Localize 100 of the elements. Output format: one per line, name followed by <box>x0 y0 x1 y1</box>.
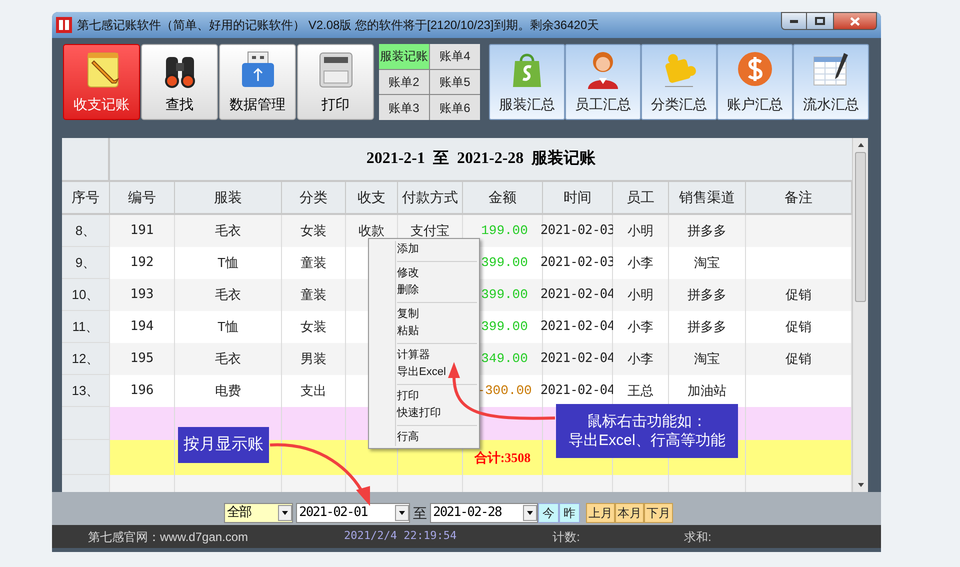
column-header: 金额 <box>463 182 543 213</box>
ledger-button[interactable]: 服装记账 <box>379 44 429 69</box>
row-number: 10、 <box>62 279 110 311</box>
tool-button[interactable]: 数据管理 <box>219 44 296 120</box>
summary-button[interactable]: 流水汇总 <box>793 44 869 120</box>
range-separator: 至 <box>413 504 427 522</box>
table-cell: T恤 <box>175 311 282 343</box>
start-date-dropdown[interactable]: 2021-02-01 <box>296 503 410 523</box>
table-cell: 2021-02-04 <box>543 343 613 375</box>
table-cell: 2021-02-03 <box>543 247 613 279</box>
table-cell: 男装 <box>282 343 346 375</box>
column-header: 付款方式 <box>398 182 463 213</box>
table-cell: 小李 <box>613 311 669 343</box>
table-cell <box>282 440 346 475</box>
summary-button[interactable]: 服装汇总 <box>489 44 565 120</box>
row-header-cell <box>62 475 110 492</box>
row-number: 8、 <box>62 215 110 247</box>
summary-button[interactable]: 分类汇总 <box>641 44 717 120</box>
minimize-button[interactable] <box>781 12 807 30</box>
scrollbar[interactable] <box>852 138 868 492</box>
table-cell <box>398 475 463 492</box>
month-button[interactable]: 下月 <box>644 503 673 523</box>
month-button[interactable]: 上月 <box>586 503 615 523</box>
website-text: 第七感官网：www.d7gan.com <box>88 528 248 546</box>
table-cell <box>110 440 175 475</box>
table-cell <box>543 475 613 492</box>
ledger-button[interactable]: 账单5 <box>430 70 480 94</box>
table-cell: 电费 <box>175 375 282 407</box>
table-cell: 2021-02-04 <box>543 279 613 311</box>
table-cell: 2021-02-03 <box>543 215 613 247</box>
table-cell: 2021-02-04 <box>543 375 613 407</box>
tool-button[interactable]: 收支记账 <box>63 44 140 120</box>
table-cell: 童装 <box>282 279 346 311</box>
maximize-icon <box>815 17 825 25</box>
sum-label: 求和: <box>684 528 712 546</box>
column-header: 员工 <box>613 182 669 213</box>
window-title: 第七感记账软件（简单、好用的记账软件） V2.08版 您的软件将于[2120/10/23]到期。剩余36420天 <box>77 17 600 34</box>
column-header: 收支 <box>346 182 398 213</box>
scrollbar-thumb[interactable] <box>855 152 866 302</box>
table-cell: 194 <box>110 311 175 343</box>
scope-dropdown[interactable]: 全部 <box>224 503 293 523</box>
callout-text: 导出Excel、行高等功能 <box>568 431 726 450</box>
day-button[interactable]: 今 <box>538 503 559 523</box>
row-number: 9、 <box>62 247 110 279</box>
table-cell: 小明 <box>613 215 669 247</box>
tool-button[interactable]: 打印 <box>297 44 374 120</box>
table-cell: 支出 <box>282 375 346 407</box>
table-cell: 淘宝 <box>669 343 746 375</box>
minimize-icon <box>790 20 798 22</box>
table-cell <box>282 407 346 440</box>
row-header-cell <box>62 440 110 475</box>
datetime-text: 2021/2/4 22:19:54 <box>344 528 457 544</box>
maximize-button[interactable] <box>807 12 833 30</box>
menu-item[interactable]: 快速打印 <box>397 405 475 422</box>
table-cell: 拼多多 <box>669 215 746 247</box>
table-cell: 毛衣 <box>175 343 282 375</box>
table-cell: 2021-02-04 <box>543 311 613 343</box>
summary-button[interactable]: 账户汇总 <box>717 44 793 120</box>
table-cell: 193 <box>110 279 175 311</box>
ledger-button[interactable]: 账单3 <box>379 95 429 120</box>
summary-button[interactable]: 员工汇总 <box>565 44 641 120</box>
table-cell: 促销 <box>746 311 852 343</box>
table-cell: 192 <box>110 247 175 279</box>
ledger-button[interactable]: 账单2 <box>379 70 429 94</box>
table-cell <box>282 475 346 492</box>
column-header: 服装 <box>175 182 282 213</box>
column-header: 分类 <box>282 182 346 213</box>
ledger-button[interactable]: 账单4 <box>430 44 480 69</box>
app-logo-icon <box>56 17 72 33</box>
tool-button[interactable]: 查找 <box>141 44 218 120</box>
table-cell: 191 <box>110 215 175 247</box>
day-button[interactable]: 昨 <box>559 503 580 523</box>
table-cell: 196 <box>110 375 175 407</box>
table-cell: 毛衣 <box>175 215 282 247</box>
table-cell <box>110 407 175 440</box>
row-number: 11、 <box>62 311 110 343</box>
table-cell: 加油站 <box>669 375 746 407</box>
table-cell: T恤 <box>175 247 282 279</box>
table-cell: 童装 <box>282 247 346 279</box>
table-cell: 小明 <box>613 279 669 311</box>
total-cell: 合计:3508 <box>463 440 543 475</box>
ledger-button[interactable]: 账单6 <box>430 95 480 120</box>
row-number: 13、 <box>62 375 110 407</box>
column-header: 时间 <box>543 182 613 213</box>
table-cell: 促销 <box>746 343 852 375</box>
table-cell: 拼多多 <box>669 311 746 343</box>
close-icon <box>850 16 860 26</box>
row-header-cell <box>62 407 110 440</box>
table-cell <box>613 475 669 492</box>
row-number: 12、 <box>62 343 110 375</box>
table-cell: 小李 <box>613 247 669 279</box>
table-cell: 淘宝 <box>669 247 746 279</box>
month-button[interactable]: 本月 <box>615 503 644 523</box>
close-button[interactable] <box>833 12 877 30</box>
table-cell <box>110 475 175 492</box>
dollar-icon <box>735 49 775 89</box>
callout-text: 鼠标右击功能如： <box>587 412 707 431</box>
table-title: 2021-2-1 至 2021-2-28 服装记账 <box>366 148 596 169</box>
end-date-dropdown[interactable]: 2021-02-28 <box>430 503 538 523</box>
table-cell: 小李 <box>613 343 669 375</box>
